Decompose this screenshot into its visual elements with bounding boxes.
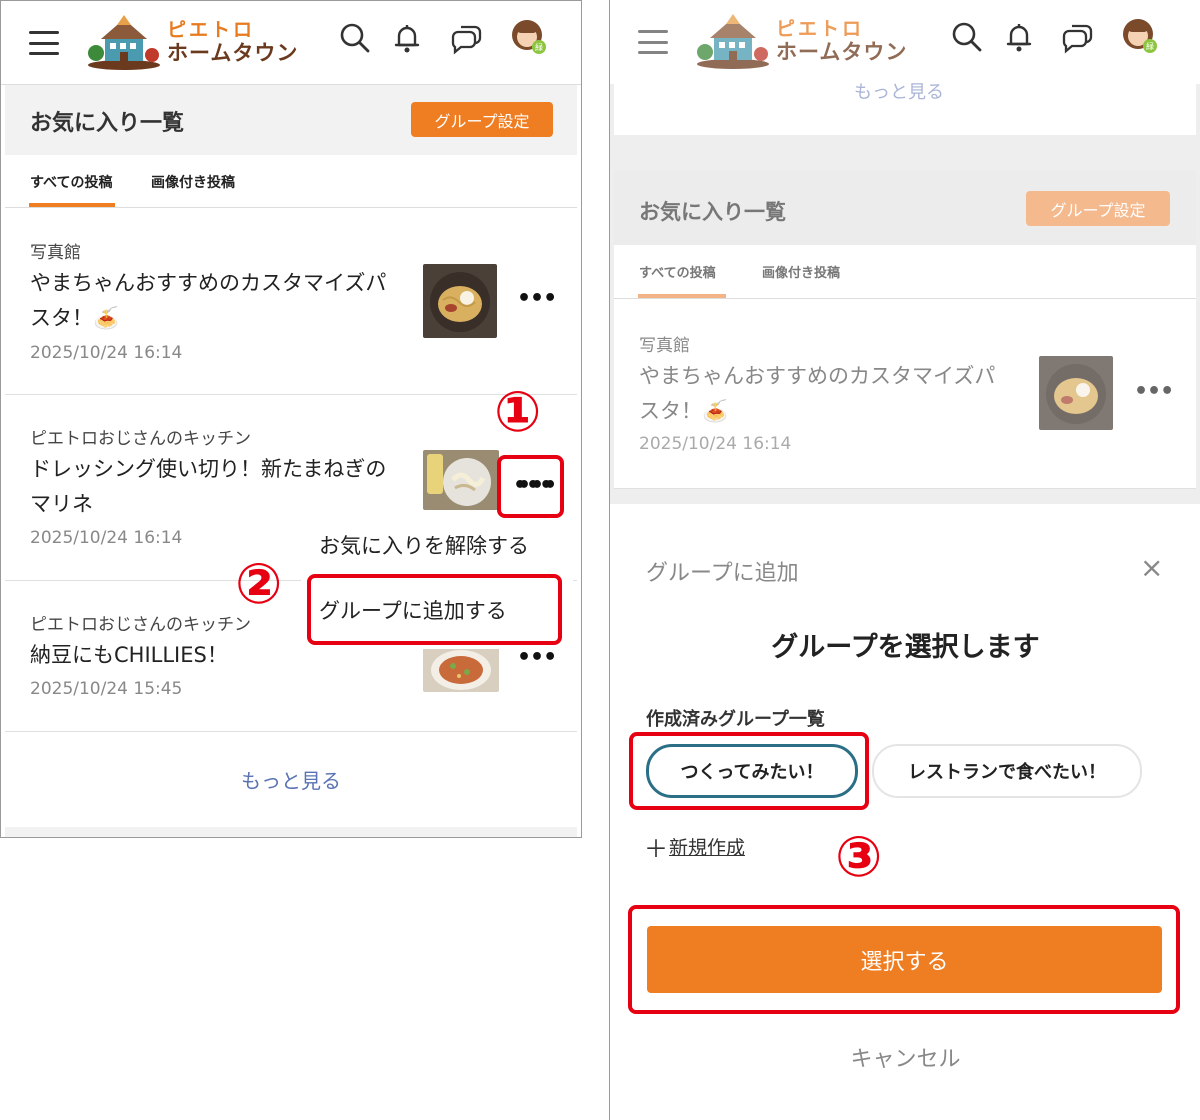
active-tab-indicator (638, 294, 726, 298)
group-chip[interactable]: レストランで食べたい！ (872, 744, 1142, 798)
plus-icon: ＋ (644, 835, 668, 863)
post-category: 写真館 (639, 336, 690, 356)
group-list-label: 作成済みグループ一覧 (646, 709, 825, 730)
page-title: お気に入り一覧 (30, 111, 185, 136)
search-icon[interactable] (338, 21, 372, 55)
remove-favorite-option[interactable]: お気に入りを解除する (319, 530, 529, 560)
modal-header: グループに追加 (646, 561, 799, 586)
more-options-icon[interactable]: ••• (1134, 379, 1174, 404)
post-date: 2025/10/24 16:14 (639, 434, 792, 454)
list-item[interactable]: 写真館 やまちゃんおすすめのカスタマイズパ スタ！🍝 2025/10/24 16… (614, 299, 1196, 489)
create-new-group-link[interactable]: 新規作成 (669, 833, 745, 860)
tab-bar: すべての投稿 画像付き投稿 (614, 245, 1196, 299)
show-more-link[interactable]: もっと見る (854, 78, 944, 104)
post-title-line2: マリネ (30, 492, 93, 516)
search-icon[interactable] (950, 20, 984, 54)
highlight-box-step1 (497, 455, 564, 518)
page-title: お気に入り一覧 (639, 200, 786, 224)
post-thumbnail (423, 264, 497, 338)
post-date: 2025/10/24 15:45 (30, 679, 183, 699)
avatar[interactable]: 緑 (509, 17, 549, 57)
menu-icon[interactable] (29, 31, 59, 55)
add-to-group-modal: グループに追加 × グループを選択します 作成済みグループ一覧 つくってみたい！… (610, 505, 1200, 1120)
step-2-label: ② (235, 552, 283, 617)
post-title-line1: 納豆にもCHILLIES！ (30, 643, 228, 667)
post-category: 写真館 (30, 243, 81, 263)
group-settings-button[interactable]: グループ設定 (1026, 191, 1170, 226)
svg-text:緑: 緑 (535, 42, 543, 52)
site-logo[interactable]: ピエトロ ホームタウン (87, 13, 298, 71)
logo-text-line2: ホームタウン (167, 40, 299, 65)
right-screenshot: ピエトロ ホームタウン 緑 もっと見る お気に入り一覧 グループ設定 すべての投… (609, 0, 1200, 1120)
bell-icon[interactable] (390, 21, 424, 55)
highlight-box-step3 (628, 905, 1180, 1014)
highlight-box-chip (629, 732, 869, 810)
chat-icon[interactable] (1060, 20, 1094, 54)
active-tab-indicator (29, 203, 115, 207)
svg-text:緑: 緑 (1146, 41, 1154, 51)
show-more-area: もっと見る (614, 82, 1196, 135)
logo-text-line1: ピエトロ (167, 18, 256, 41)
tab-image-posts[interactable]: 画像付き投稿 (762, 262, 840, 281)
house-logo-icon (88, 15, 160, 70)
post-title-line1: ドレッシング使い切り！新たまねぎの (30, 457, 387, 481)
post-title-line1: やまちゃんおすすめのカスタマイズパ (30, 271, 387, 295)
post-thumbnail (423, 646, 499, 692)
page-title-bar: お気に入り一覧 グループ設定 (614, 170, 1196, 245)
post-category: ピエトロおじさんのキッチン (30, 429, 251, 449)
page-title-bar: お気に入り一覧 グループ設定 (5, 85, 577, 155)
footer-gap (5, 827, 577, 837)
background-page: もっと見る お気に入り一覧 グループ設定 すべての投稿 画像付き投稿 写真館 や… (610, 82, 1200, 504)
group-settings-button[interactable]: グループ設定 (411, 102, 553, 137)
tab-bar: すべての投稿 画像付き投稿 (5, 155, 577, 208)
app-header: ピエトロ ホームタウン 緑 (1, 1, 581, 85)
post-title-line2: スタ！🍝 (639, 399, 729, 423)
left-screenshot: ピエトロ ホームタウン 緑 お気に入り一覧 グループ設定 すべての投稿 画像付き… (0, 0, 582, 838)
show-more-link[interactable]: もっと見る (5, 732, 577, 827)
tab-all-posts[interactable]: すべての投稿 (30, 172, 112, 192)
post-title-line2: スタ！🍝 (30, 306, 120, 330)
list-item[interactable]: 写真館 やまちゃんおすすめのカスタマイズパ スタ！🍝 2025/10/24 16… (5, 208, 577, 395)
step-1-label: ① (494, 380, 542, 445)
close-icon[interactable]: × (1140, 551, 1163, 584)
post-category: ピエトロおじさんのキッチン (30, 615, 251, 635)
site-logo[interactable]: ピエトロ ホームタウン (696, 12, 907, 70)
post-thumbnail (423, 450, 499, 510)
cancel-button[interactable]: キャンセル (610, 1041, 1200, 1073)
post-thumbnail (1039, 356, 1113, 430)
tab-all-posts[interactable]: すべての投稿 (639, 262, 716, 281)
bell-icon[interactable] (1002, 20, 1036, 54)
app-header: ピエトロ ホームタウン 緑 (610, 0, 1200, 84)
avatar[interactable]: 緑 (1120, 16, 1160, 56)
post-date: 2025/10/24 16:14 (30, 343, 183, 363)
menu-icon[interactable] (638, 30, 668, 54)
more-options-icon[interactable]: ••• (517, 286, 557, 311)
highlight-box-step2 (307, 574, 562, 645)
logo-text-line2: ホームタウン (776, 39, 908, 64)
house-logo-icon (697, 14, 769, 69)
logo-text-line1: ピエトロ (776, 17, 865, 40)
modal-heading: グループを選択します (771, 632, 1040, 663)
tab-image-posts[interactable]: 画像付き投稿 (151, 172, 235, 192)
chat-icon[interactable] (449, 21, 483, 55)
post-date: 2025/10/24 16:14 (30, 528, 183, 548)
step-3-label: ③ (835, 825, 883, 890)
post-title-line1: やまちゃんおすすめのカスタマイズパ (639, 364, 996, 388)
